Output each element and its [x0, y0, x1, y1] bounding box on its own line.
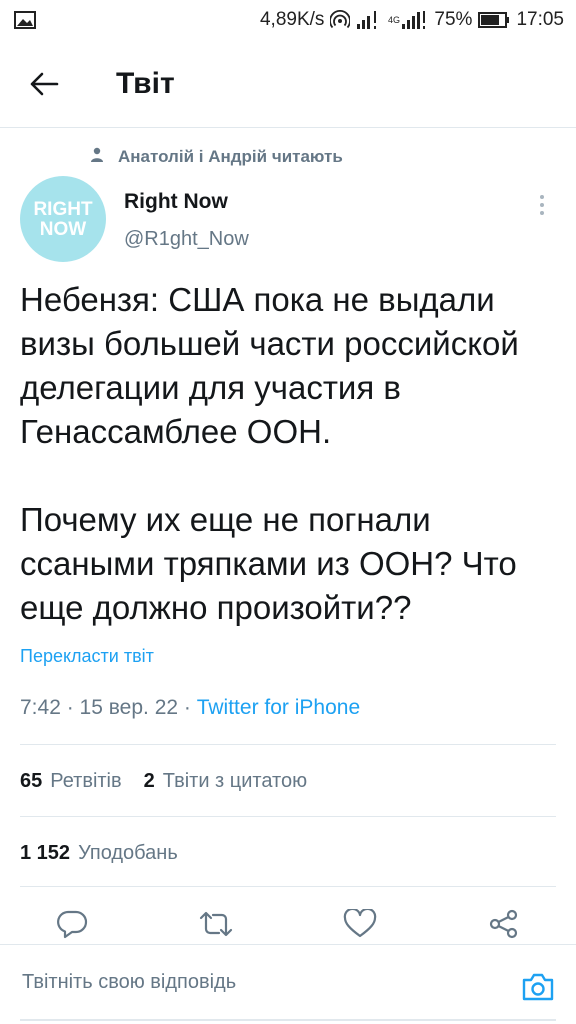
screen: 4,89K/s 4G 75% 17:05 Твіт Анатолій і Анд… [0, 0, 576, 1024]
retweets-label: Ретвітів [50, 769, 122, 792]
retweet-button[interactable] [194, 904, 238, 944]
reply-underline [20, 1019, 556, 1021]
tweet-text: Небензя: США пока не выдали визы большей… [20, 281, 519, 626]
reply-input[interactable]: Твітніть свою відповідь [22, 971, 236, 994]
tweet-actions [0, 900, 576, 948]
network-speed: 4,89K/s [259, 9, 325, 30]
reply-button[interactable] [50, 904, 94, 944]
tweet-date: 15 вер. 22 [79, 696, 179, 719]
gallery-notification-icon [14, 11, 36, 29]
heart-icon [343, 909, 377, 938]
tweet-author: RIGHT NOW Right Now @R1ght_Now [20, 176, 556, 264]
retweet-icon [199, 911, 233, 937]
engagement-stats: 65 Ретвітів 2 Твіти з цитатою [20, 766, 307, 796]
likes-label: Уподобань [78, 841, 178, 864]
clock: 17:05 [516, 9, 564, 30]
social-context[interactable]: Анатолій і Андрій читають [90, 144, 343, 170]
battery-percent: 75% [434, 9, 473, 30]
more-dot-icon [540, 195, 544, 199]
hotspot-icon [330, 10, 351, 30]
status-bar: 4,89K/s 4G 75% 17:05 [0, 0, 576, 40]
tweet-time: 7:42 [20, 696, 61, 719]
svg-text:NOW: NOW [40, 219, 87, 240]
app-header: Твіт [0, 40, 576, 128]
arrow-left-icon [30, 72, 59, 95]
reply-bar: Твітніть свою відповідь [0, 944, 576, 1024]
reply-icon [57, 910, 88, 939]
divider [20, 816, 556, 817]
share-button[interactable] [482, 904, 526, 944]
signal-4g-icon: 4G [388, 10, 428, 30]
like-button[interactable] [338, 904, 382, 944]
more-options-button[interactable] [528, 188, 556, 222]
likes-stat[interactable]: 1 152 Уподобань [20, 838, 178, 868]
more-dot-icon [540, 211, 544, 215]
author-name[interactable]: Right Now [124, 190, 228, 214]
share-icon [489, 909, 518, 939]
likes-count: 1 152 [20, 841, 71, 864]
tweet-meta: 7:42 · 15 вер. 22 · Twitter for iPhone [20, 696, 360, 720]
svg-text:RIGHT: RIGHT [33, 199, 93, 220]
person-icon [90, 147, 104, 168]
battery-icon [478, 12, 510, 28]
camera-button[interactable] [518, 967, 558, 1007]
right-now-logo: RIGHT NOW [33, 199, 93, 240]
quotes-stat[interactable]: 2 Твіти з цитатою [144, 770, 307, 793]
meta-separator: · [183, 696, 197, 719]
page-title: Твіт [116, 66, 175, 100]
retweets-count: 65 [20, 769, 43, 792]
more-dot-icon [540, 203, 544, 207]
quotes-count: 2 [143, 769, 155, 792]
quotes-label: Твіти з цитатою [162, 769, 308, 792]
social-context-text: Анатолій і Андрій читають [118, 147, 343, 166]
author-handle[interactable]: @R1ght_Now [124, 228, 249, 251]
signal-icon [356, 10, 382, 30]
divider [20, 744, 556, 745]
back-button[interactable] [12, 52, 76, 116]
svg-text:4G: 4G [388, 15, 400, 25]
retweets-stat[interactable]: 65 Ретвітів [20, 770, 122, 793]
meta-separator: · [66, 696, 80, 719]
camera-icon [522, 973, 554, 1001]
avatar[interactable]: RIGHT NOW [20, 176, 106, 262]
tweet-source-link[interactable]: Twitter for iPhone [197, 696, 360, 719]
translate-tweet-link[interactable]: Перекласти твіт [20, 646, 154, 667]
divider [20, 886, 556, 887]
